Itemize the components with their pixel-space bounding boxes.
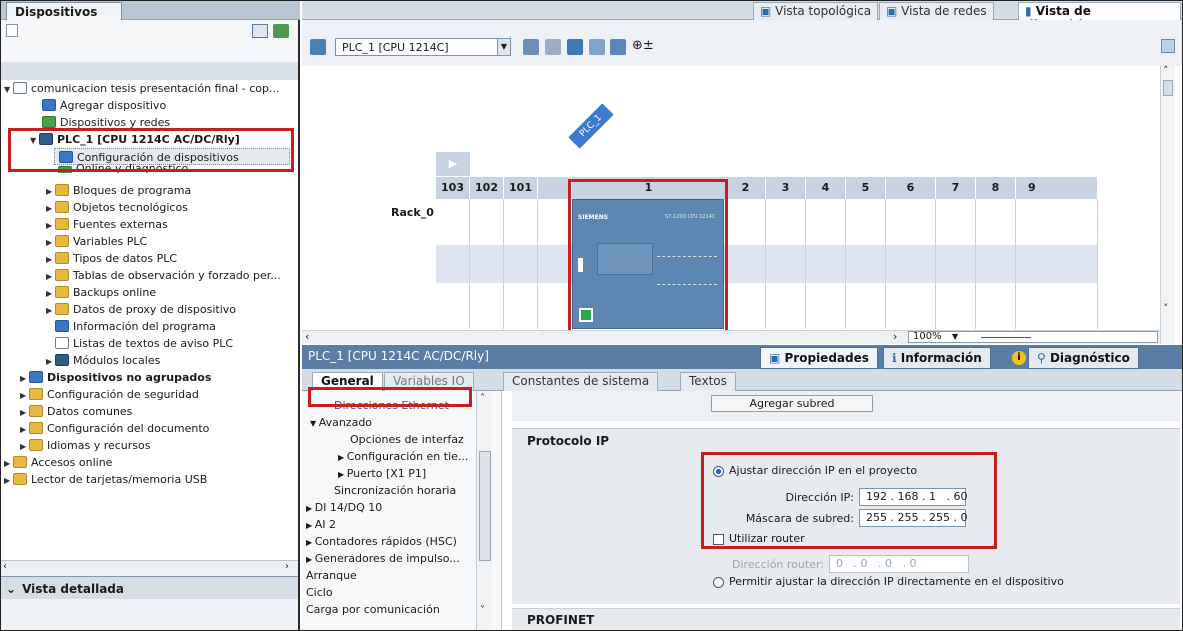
window-frame xyxy=(0,0,1183,631)
